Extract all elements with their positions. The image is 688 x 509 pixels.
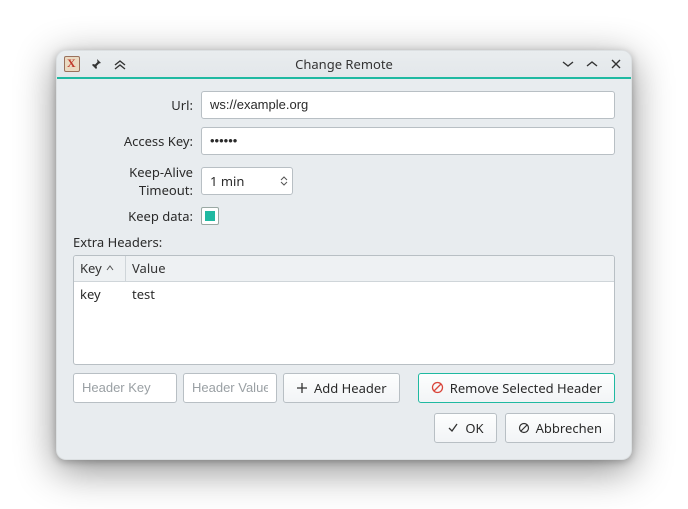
header-value-input[interactable] [183, 373, 277, 403]
timeout-value: 1 min [210, 172, 244, 190]
timeout-label: Keep-Alive Timeout: [73, 163, 201, 199]
cancel-icon [518, 422, 530, 434]
header-key-input[interactable] [73, 373, 177, 403]
cancel-button[interactable]: Abbrechen [505, 413, 615, 443]
app-menu-icon[interactable] [63, 55, 81, 73]
shade-icon[interactable] [111, 55, 129, 73]
sort-asc-icon [106, 264, 114, 272]
extra-headers-label: Extra Headers: [73, 233, 615, 251]
column-header-value[interactable]: Value [126, 256, 614, 281]
cell-key: key [74, 285, 126, 303]
minimize-icon[interactable] [559, 55, 577, 73]
pin-icon[interactable] [87, 55, 105, 73]
access-key-label: Access Key: [73, 132, 201, 150]
titlebar: Change Remote [57, 51, 631, 79]
remove-header-button[interactable]: Remove Selected Header [418, 373, 615, 403]
plus-icon [296, 382, 308, 394]
keep-data-label: Keep data: [73, 207, 201, 225]
keep-data-checkbox[interactable] [201, 207, 219, 225]
maximize-icon[interactable] [583, 55, 601, 73]
prohibit-icon [431, 381, 444, 394]
dialog-window: Change Remote Url: A [56, 50, 632, 460]
stepper-arrows-icon[interactable] [280, 175, 288, 187]
timeout-stepper[interactable]: 1 min [201, 167, 293, 195]
add-header-button[interactable]: Add Header [283, 373, 400, 403]
close-icon[interactable] [607, 55, 625, 73]
extra-headers-table[interactable]: Key Value key test [73, 255, 615, 365]
url-input[interactable] [201, 91, 615, 119]
ok-button[interactable]: OK [434, 413, 496, 443]
access-key-input[interactable] [201, 127, 615, 155]
check-icon [447, 422, 459, 434]
cell-value: test [126, 285, 614, 303]
window-title: Change Remote [57, 55, 631, 73]
table-row[interactable]: key test [74, 282, 614, 306]
column-header-key[interactable]: Key [74, 256, 126, 281]
url-label: Url: [73, 96, 201, 114]
